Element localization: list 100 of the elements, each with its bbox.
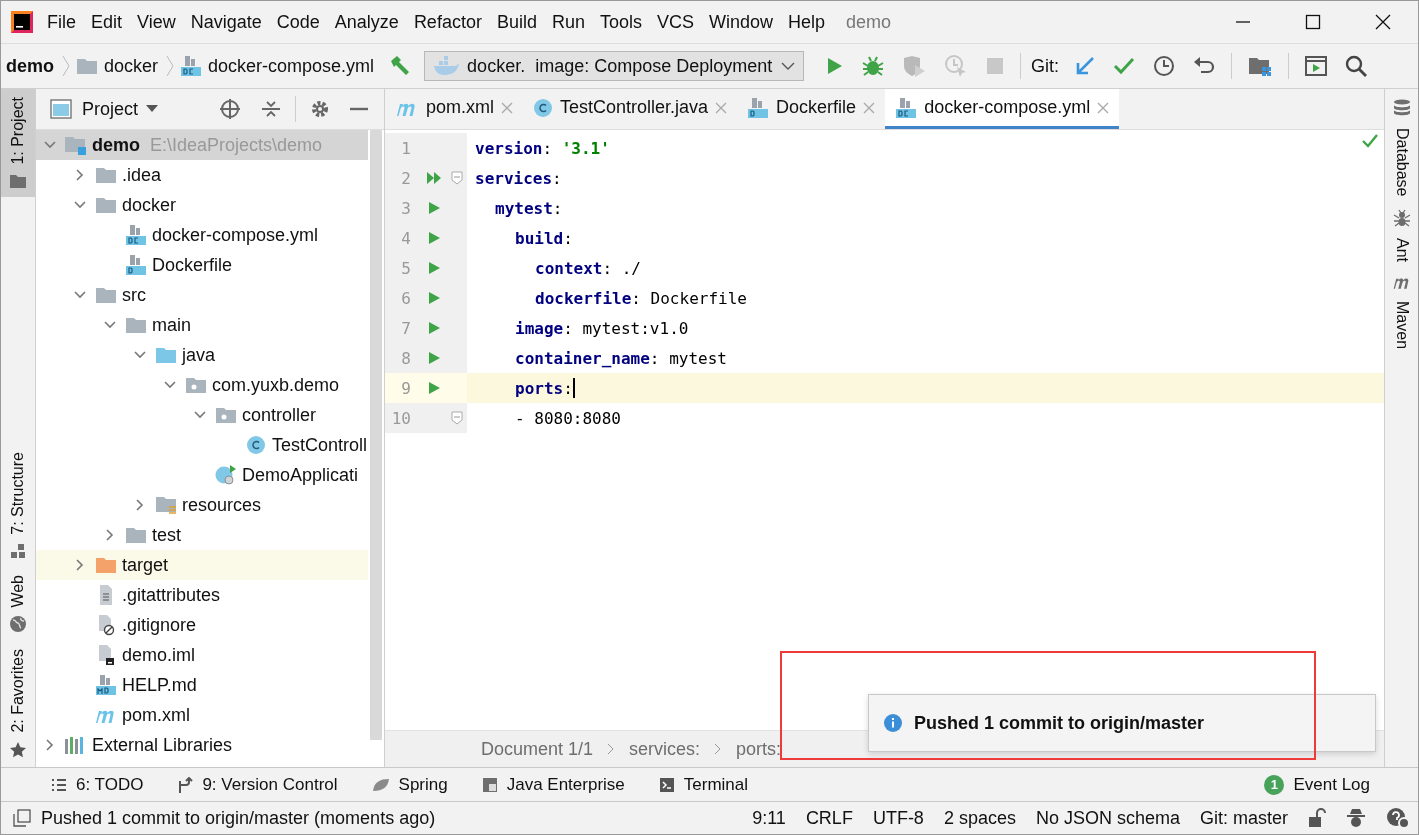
menu-item[interactable]: Edit (91, 11, 123, 33)
tool-window-tab[interactable]: 6: TODO (51, 774, 144, 795)
editor-tab[interactable]: Dockerfile (737, 89, 886, 129)
menu-item[interactable]: Refactor (413, 11, 482, 33)
menu-item[interactable]: Analyze (334, 11, 399, 33)
tree-row[interactable]: test (36, 520, 368, 550)
tree-row[interactable]: controller (36, 400, 368, 430)
tree-row[interactable]: External Libraries (36, 730, 368, 760)
breadcrumb-item[interactable]: ports: (736, 738, 782, 760)
editor-tab[interactable]: TestController.java (523, 89, 738, 129)
run-icon[interactable] (427, 201, 441, 215)
tree-row[interactable]: resources (36, 490, 368, 520)
breadcrumb-item[interactable]: docker-compose.yml (208, 55, 375, 77)
tree-row[interactable]: target (36, 550, 368, 580)
tree-row[interactable]: .gitignore (36, 610, 368, 640)
tree-row[interactable]: .gitattributes (36, 580, 368, 610)
collapse-all-icon[interactable] (261, 99, 281, 119)
tool-window-tab[interactable]: 7: Structure (1, 444, 35, 567)
tree-row[interactable]: Dockerfile (36, 250, 368, 280)
event-log-tab[interactable]: 1 Event Log (1264, 774, 1370, 795)
tool-window-tab[interactable]: Java Enterprise (481, 774, 625, 795)
tool-window-tab[interactable]: Spring (371, 774, 448, 795)
fold-marker-icon[interactable] (451, 411, 463, 425)
tree-row[interactable]: java (36, 340, 368, 370)
settings-icon[interactable] (310, 99, 330, 119)
arrow-down-left-icon[interactable] (1075, 56, 1096, 76)
tool-window-tab[interactable]: 2: Favorites (1, 641, 35, 767)
status-item[interactable]: 9:11 (752, 807, 786, 829)
run-window-icon[interactable] (1305, 56, 1328, 76)
status-item[interactable]: 2 spaces (943, 807, 1016, 829)
tree-row[interactable]: main (36, 310, 368, 340)
menu-item[interactable]: Window (709, 11, 774, 33)
tool-window-tab[interactable]: Ant (1392, 208, 1411, 262)
breadcrumb-item[interactable]: docker (104, 55, 159, 77)
run-configuration-dropdown[interactable]: docker. image: Compose Deployment (424, 51, 805, 81)
undo-icon[interactable] (1193, 56, 1216, 76)
menu-item[interactable]: Code (276, 11, 320, 33)
terminal-icon (658, 776, 675, 793)
checkmark-icon (1362, 134, 1378, 148)
scrollbar[interactable] (370, 130, 382, 740)
menu-item[interactable]: Help (788, 11, 826, 33)
run-all-icon[interactable] (426, 171, 442, 185)
run-icon[interactable] (427, 321, 441, 335)
tree-row[interactable]: docker-compose.yml (36, 220, 368, 250)
tool-window-tab[interactable]: Web (1, 566, 35, 642)
tree-row[interactable]: demo E:\IdeaProjects\demo (36, 130, 368, 160)
maximize-icon[interactable] (1305, 14, 1321, 30)
tree-row[interactable]: HELP.md (36, 670, 368, 700)
breadcrumb-item[interactable]: demo (6, 55, 54, 77)
inspector-icon[interactable] (1346, 808, 1366, 828)
menu-item[interactable]: Build (496, 11, 537, 33)
run-icon[interactable] (427, 231, 441, 245)
run-icon[interactable] (427, 291, 441, 305)
tool-window-tab[interactable]: 9: Version Control (177, 774, 338, 795)
tool-window-tab[interactable]: 1: Project (1, 89, 35, 197)
menu-item[interactable]: Tools (599, 11, 642, 33)
status-item[interactable]: CRLF (805, 807, 853, 829)
search-icon[interactable] (1345, 55, 1368, 77)
status-item[interactable]: Git: master (1200, 807, 1288, 829)
tree-item-label: docker (122, 194, 177, 216)
caret-down-icon[interactable] (146, 105, 159, 113)
minimize-icon[interactable] (350, 107, 368, 111)
tree-item-label: demo (92, 134, 140, 156)
panel-toggle-icon[interactable] (13, 809, 31, 827)
menu-item[interactable]: VCS (657, 11, 694, 33)
tree-row[interactable]: docker (36, 190, 368, 220)
run-icon[interactable] (427, 351, 441, 365)
editor-tab[interactable]: pom.xml (385, 89, 523, 129)
status-item[interactable]: UTF-8 (872, 807, 924, 829)
tool-window-tab[interactable]: Terminal (658, 774, 749, 795)
menu-item[interactable]: Navigate (190, 11, 262, 33)
tree-row[interactable]: TestControll (36, 430, 368, 460)
editor-tab[interactable]: docker-compose.yml (885, 89, 1120, 129)
bug-icon[interactable] (862, 55, 885, 77)
unlock-icon[interactable] (1308, 808, 1326, 828)
history-icon[interactable] (1153, 55, 1176, 77)
help-settings-icon[interactable] (1386, 807, 1410, 829)
close-icon[interactable] (1375, 14, 1391, 30)
status-item[interactable]: No JSON schema (1035, 807, 1180, 829)
tool-window-tab[interactable]: Maven (1391, 273, 1412, 349)
fold-marker-icon[interactable] (451, 171, 463, 185)
tool-window-tab[interactable]: Database (1392, 99, 1411, 197)
notification-message: Pushed 1 commit to origin/master (914, 712, 1205, 734)
checkmark-icon[interactable] (1113, 57, 1136, 75)
menu-item[interactable]: Run (551, 11, 585, 33)
crosshair-icon[interactable] (219, 98, 241, 120)
tree-row[interactable]: demo.iml (36, 640, 368, 670)
tree-row[interactable]: DemoApplicati (36, 460, 368, 490)
tree-row[interactable]: pom.xml (36, 700, 368, 730)
project-structure-icon[interactable] (1248, 56, 1273, 76)
menu-item[interactable]: File (47, 11, 76, 33)
menu-item[interactable]: View (137, 11, 176, 33)
run-icon[interactable] (427, 261, 441, 275)
tree-row[interactable]: src (36, 280, 368, 310)
run-icon[interactable] (427, 381, 441, 395)
breadcrumb-item[interactable]: services: (629, 738, 701, 760)
breadcrumb-item[interactable]: Document 1/1 (481, 738, 594, 760)
tree-row[interactable]: com.yuxb.demo (36, 370, 368, 400)
tree-row[interactable]: .idea (36, 160, 368, 190)
project-view-dropdown[interactable]: Project (82, 98, 139, 120)
